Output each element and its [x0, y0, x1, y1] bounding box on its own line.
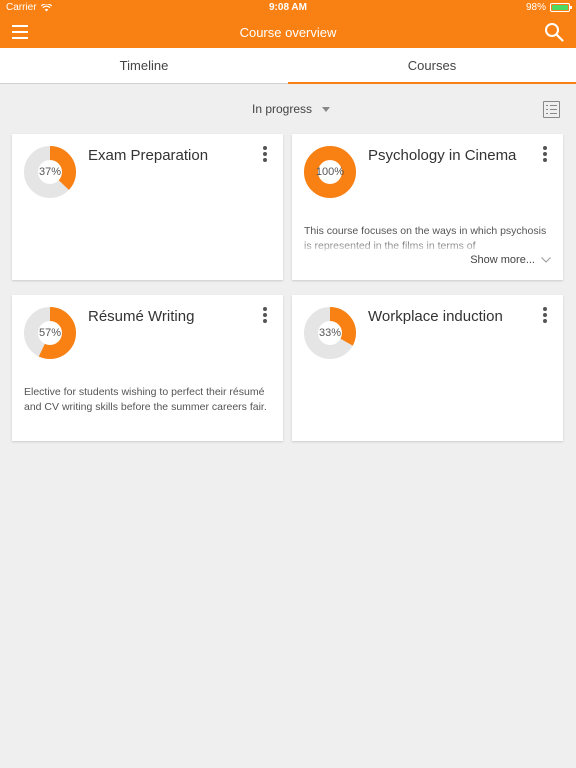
progress-percent: 33%: [318, 327, 342, 339]
tab-timeline[interactable]: Timeline: [0, 48, 288, 83]
list-view-toggle-icon[interactable]: [543, 101, 560, 118]
status-bar: Carrier 9:08 AM 98%: [0, 0, 576, 16]
course-description: This course focuses on the ways in which…: [304, 224, 551, 254]
chevron-down-icon: [541, 257, 551, 263]
course-card[interactable]: 100% Psychology in Cinema This course fo…: [292, 134, 563, 280]
battery-icon: [550, 3, 572, 12]
progress-percent: 100%: [315, 166, 345, 178]
course-card[interactable]: 37% Exam Preparation: [12, 134, 283, 280]
status-time: 9:08 AM: [269, 2, 307, 13]
page-title: Course overview: [239, 25, 337, 40]
caret-down-icon: [322, 106, 331, 112]
course-title[interactable]: Workplace induction: [368, 307, 538, 326]
search-icon[interactable]: [544, 22, 564, 42]
course-card[interactable]: 57% Résumé Writing Elective for students…: [12, 295, 283, 441]
course-card[interactable]: 33% Workplace induction: [292, 295, 563, 441]
progress-percent: 57%: [38, 327, 62, 339]
course-title[interactable]: Exam Preparation: [88, 146, 258, 165]
more-options-icon[interactable]: [259, 307, 271, 323]
battery-percent: 98%: [525, 2, 546, 13]
app-header: Course overview: [0, 16, 576, 48]
filter-selected-label: In progress: [252, 102, 313, 116]
course-title[interactable]: Résumé Writing: [88, 307, 258, 326]
tab-courses[interactable]: Courses: [288, 48, 576, 84]
more-options-icon[interactable]: [539, 146, 551, 162]
tab-bar: Timeline Courses: [0, 48, 576, 84]
progress-percent: 37%: [38, 166, 62, 178]
more-options-icon[interactable]: [259, 146, 271, 162]
course-description: Elective for students wishing to perfect…: [24, 386, 267, 413]
show-more-label: Show more...: [470, 254, 535, 266]
show-more-link[interactable]: Show more...: [470, 254, 551, 266]
course-title[interactable]: Psychology in Cinema: [368, 146, 538, 165]
progress-filter-dropdown[interactable]: In progress: [252, 102, 331, 116]
more-options-icon[interactable]: [539, 307, 551, 323]
